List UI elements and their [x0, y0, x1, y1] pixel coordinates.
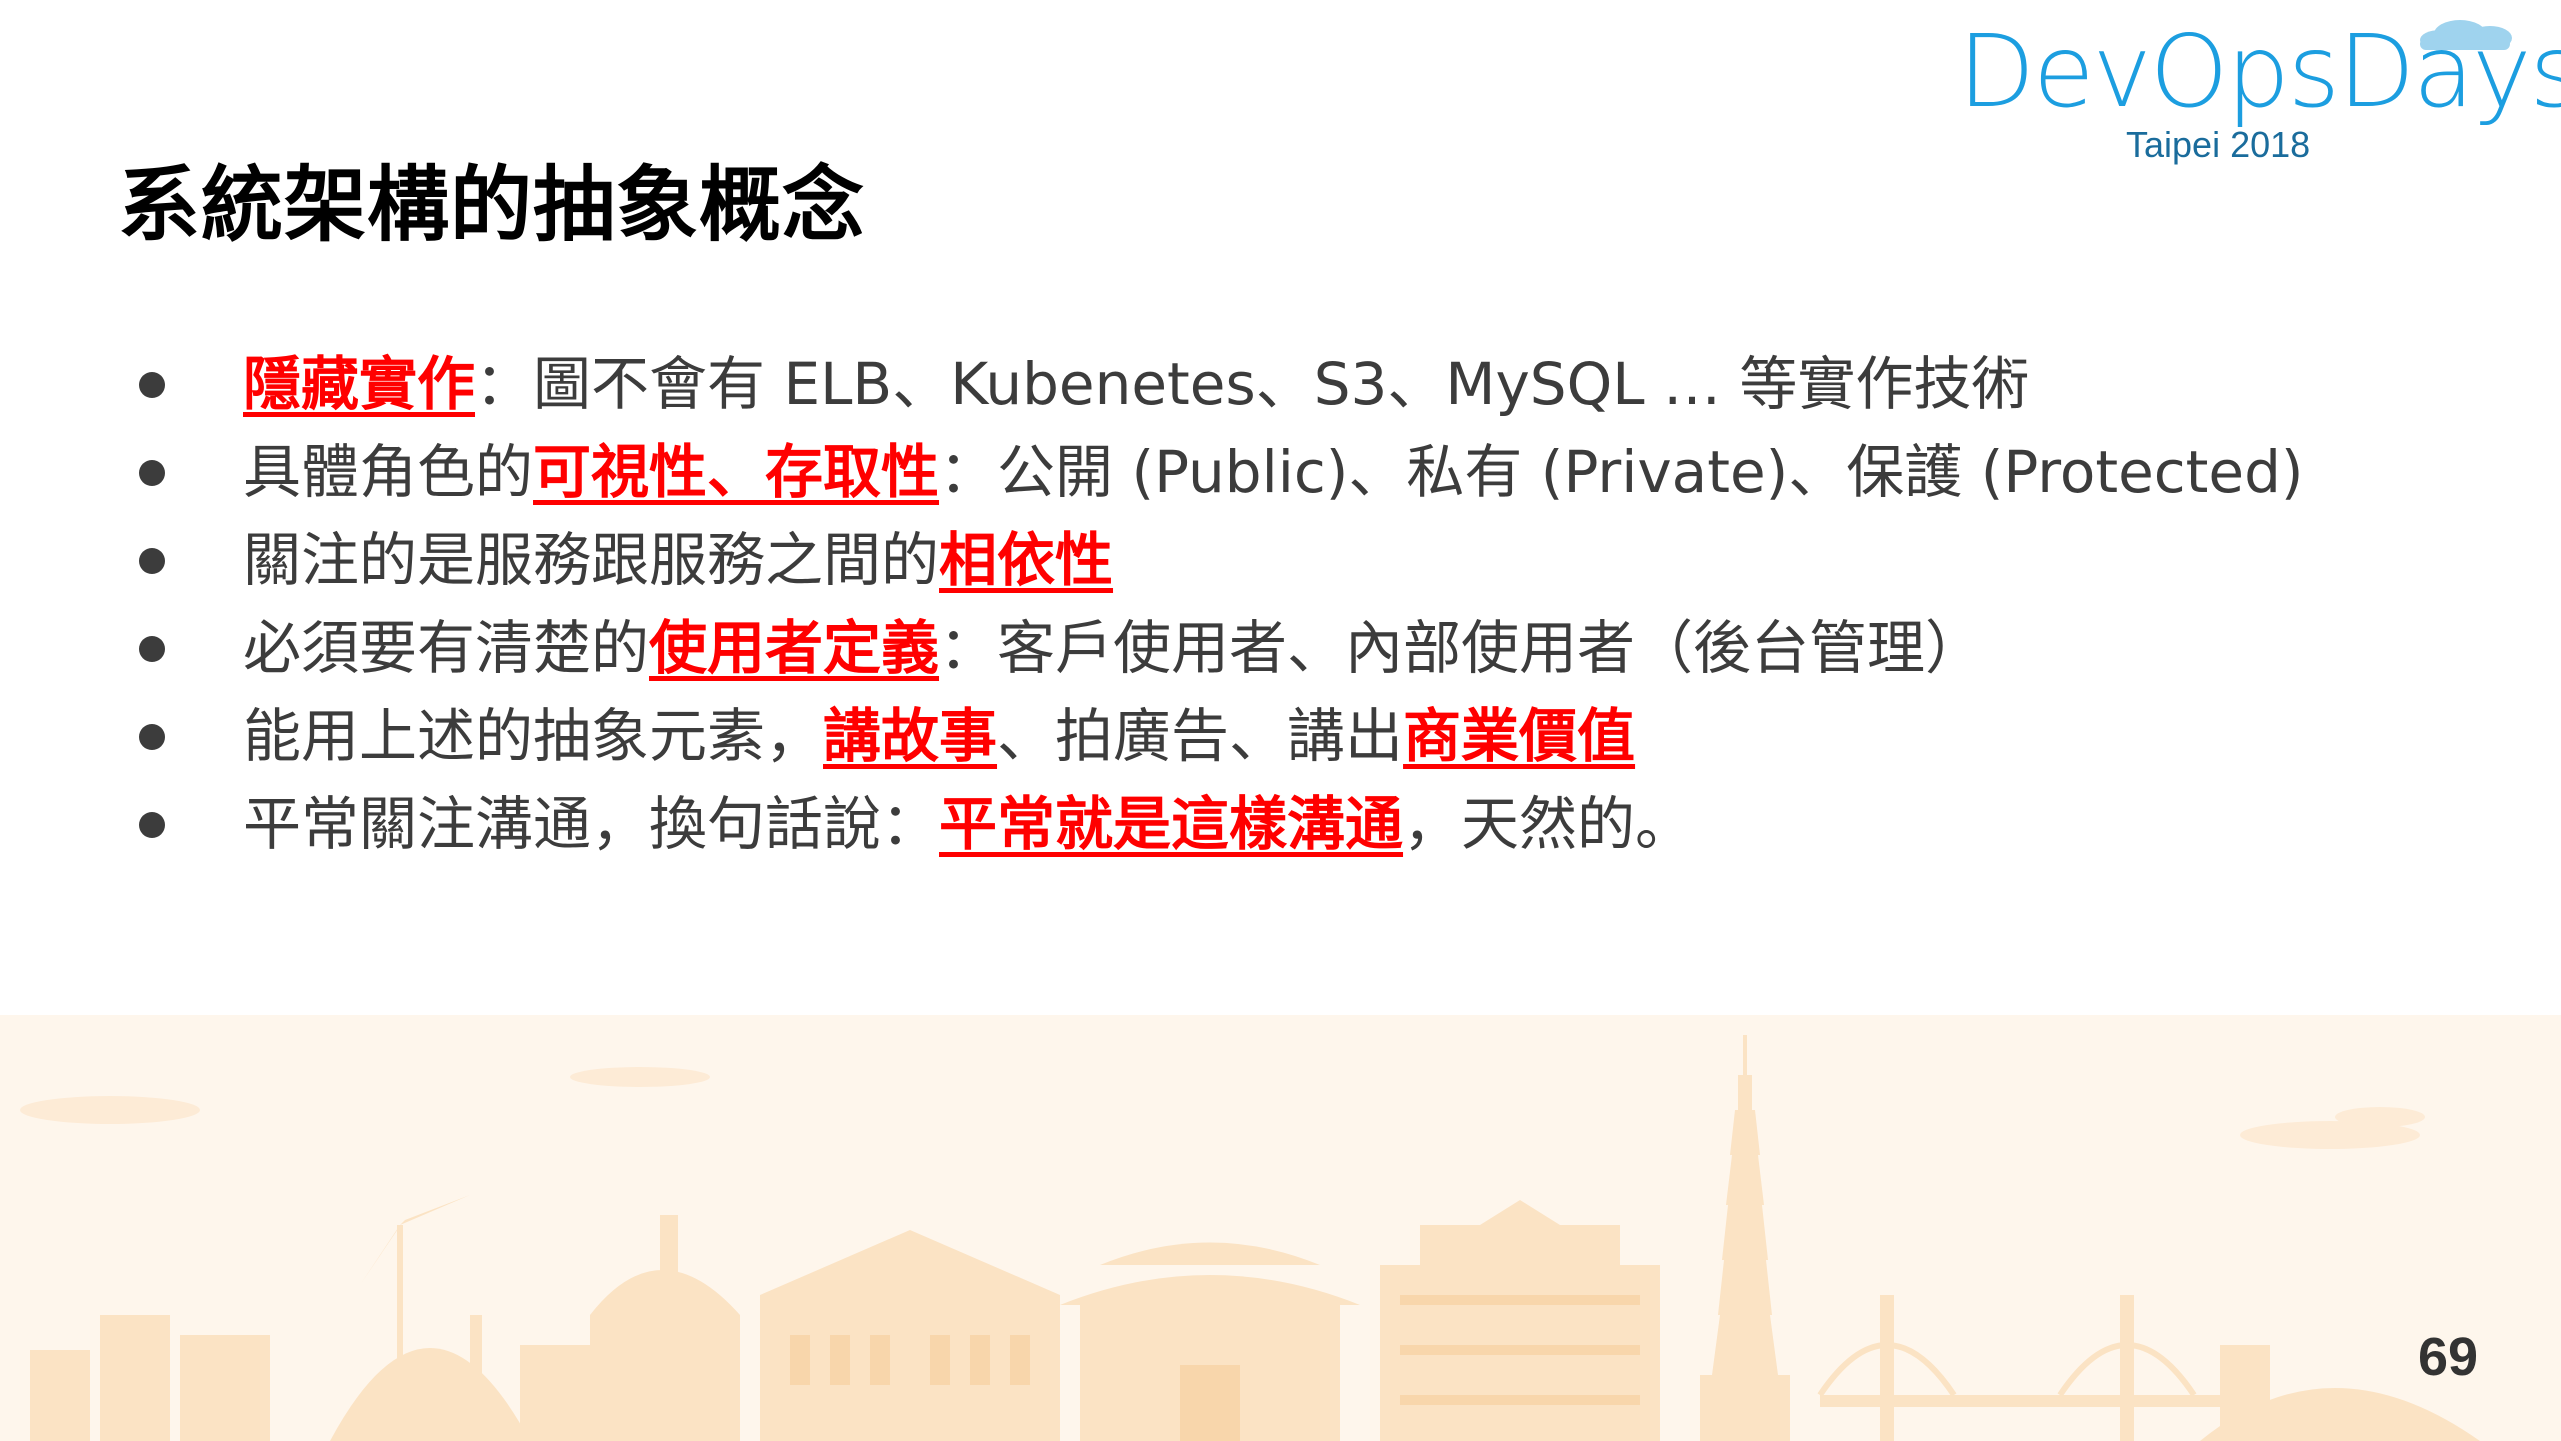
bullet-dot-icon — [139, 548, 165, 574]
page-number: 69 — [2418, 1327, 2479, 1387]
bullet-text: 具體角色的 — [243, 438, 534, 506]
slide: DevOpsDays Taipei 2018 系統架構的抽象概念 隱藏實作：圖不… — [0, 0, 2561, 1441]
city-skyline-illustration — [0, 1015, 2561, 1441]
bullet-text: ，天然的。 — [1403, 790, 1694, 858]
logo-wordmark: DevOpsDays — [1958, 13, 2561, 130]
logo-subtitle: Taipei 2018 — [2126, 124, 2311, 165]
bullet-text: ：圖不會有 ELB、Kubenetes、S3、MySQL … 等實作技術 — [475, 350, 2030, 418]
bullet-text: ：公開 (Public)、私有 (Private)、保護 (Protected) — [939, 438, 2304, 506]
highlighted-keyword: 隱藏實作 — [243, 350, 476, 418]
bullet-item: 具體角色的可視性、存取性：公開 (Public)、私有 (Private)、保護… — [135, 436, 2435, 524]
bullet-text: 能用上述的抽象元素， — [243, 702, 824, 770]
slide-title: 系統架構的抽象概念 — [118, 158, 866, 253]
bullet-text: ：客戶使用者、內部使用者（後台管理） — [939, 614, 1984, 682]
highlighted-keyword: 講故事 — [823, 702, 998, 770]
bullet-item: 平常關注溝通，換句話說：平常就是這樣溝通，天然的。 — [135, 788, 2435, 876]
bullet-dot-icon — [139, 724, 165, 750]
bullet-list: 隱藏實作：圖不會有 ELB、Kubenetes、S3、MySQL … 等實作技術… — [135, 348, 2435, 876]
bullet-item: 關注的是服務跟服務之間的相依性 — [135, 524, 2435, 612]
highlighted-keyword: 可視性、存取性 — [533, 438, 940, 506]
highlighted-keyword: 平常就是這樣溝通 — [939, 790, 1404, 858]
bullet-item: 隱藏實作：圖不會有 ELB、Kubenetes、S3、MySQL … 等實作技術 — [135, 348, 2435, 436]
bullet-text: 、拍廣告、講出 — [997, 702, 1404, 770]
bullet-item: 能用上述的抽象元素，講故事、拍廣告、講出商業價值 — [135, 700, 2435, 788]
highlighted-keyword: 商業價值 — [1403, 702, 1636, 770]
highlighted-keyword: 相依性 — [939, 526, 1114, 594]
bullet-dot-icon — [139, 372, 165, 398]
bullet-text: 必須要有清楚的 — [243, 614, 650, 682]
bullet-dot-icon — [139, 636, 165, 662]
bullet-text: 平常關注溝通，換句話說： — [243, 790, 940, 858]
bullet-text: 關注的是服務跟服務之間的 — [243, 526, 940, 594]
devopsdays-logo: DevOpsDays Taipei 2018 — [1950, 12, 2561, 172]
bullet-dot-icon — [139, 812, 165, 838]
bullet-item: 必須要有清楚的使用者定義：客戶使用者、內部使用者（後台管理） — [135, 612, 2435, 700]
highlighted-keyword: 使用者定義 — [649, 614, 940, 682]
bullet-dot-icon — [139, 460, 165, 486]
